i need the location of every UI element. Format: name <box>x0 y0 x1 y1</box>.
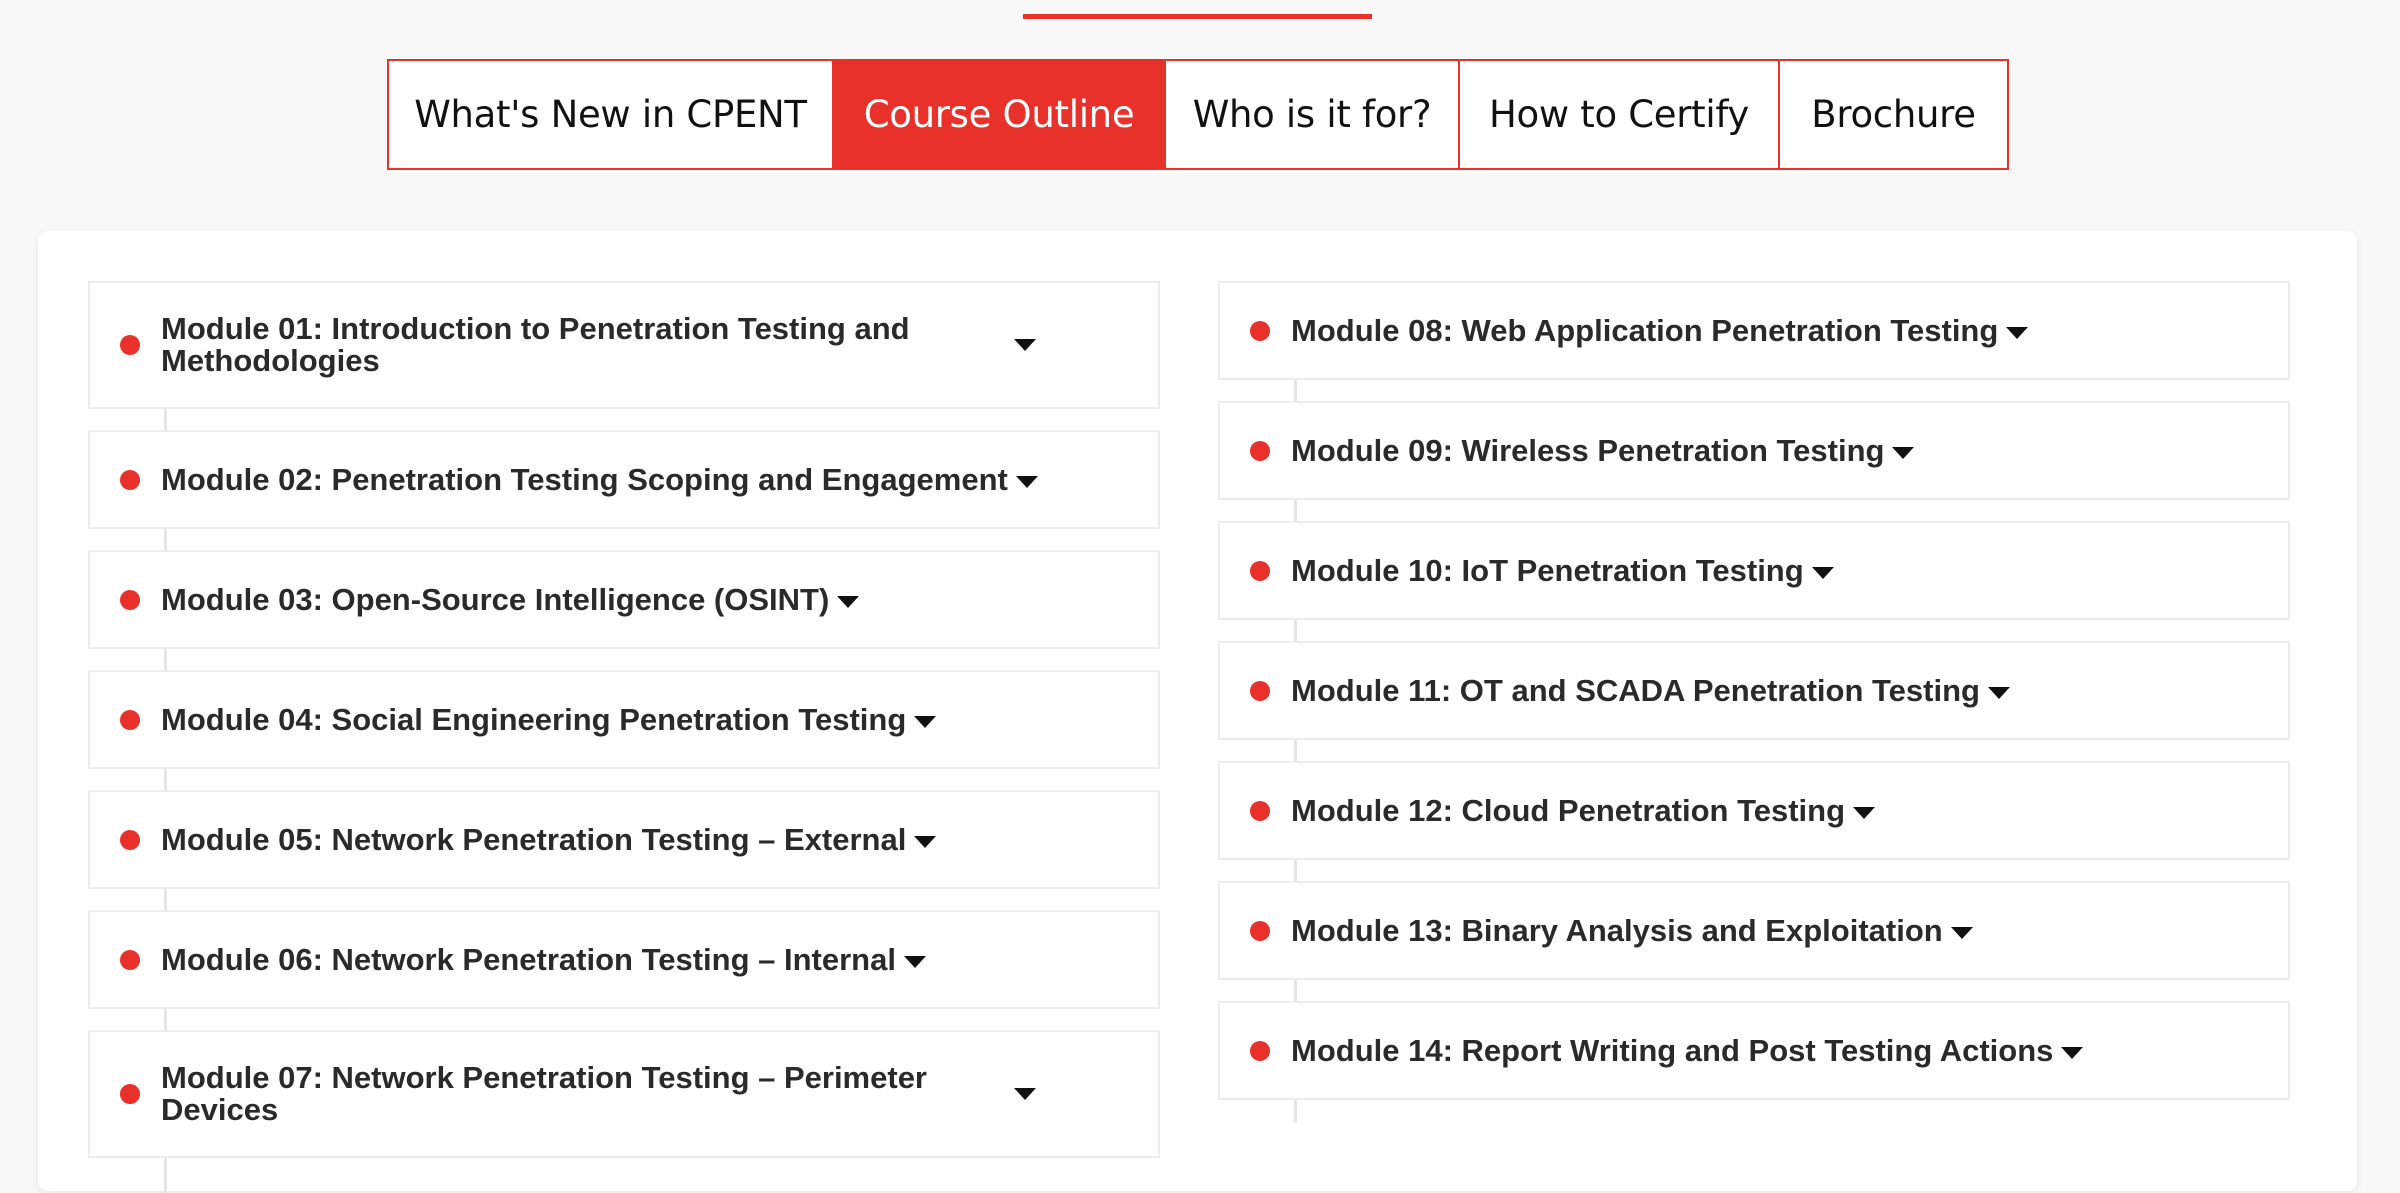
caret-down-icon[interactable] <box>837 595 860 608</box>
red-dot-icon <box>1250 440 1270 461</box>
red-dot-icon <box>120 589 140 610</box>
red-dot-icon <box>1250 320 1270 341</box>
caret-down-icon[interactable] <box>2061 1046 2084 1059</box>
red-dot-icon <box>1250 560 1270 581</box>
module-accordion-14[interactable]: Module 14: Report Writing and Post Testi… <box>1218 1001 2290 1100</box>
red-dot-icon <box>120 469 140 490</box>
module-accordion-09[interactable]: Module 09: Wireless Penetration Testing <box>1218 401 2290 500</box>
red-dot-icon <box>1250 1040 1270 1061</box>
module-title: Module 09: Wireless Penetration Testing <box>1291 432 1885 468</box>
caret-down-icon[interactable] <box>2006 326 2029 339</box>
caret-down-icon[interactable] <box>1014 339 1036 351</box>
red-dot-icon <box>1250 680 1270 701</box>
module-accordion-13[interactable]: Module 13: Binary Analysis and Exploitat… <box>1218 881 2290 980</box>
red-dot-icon <box>120 335 140 355</box>
tab-who-is-it-for[interactable]: Who is it for? <box>1164 59 1460 170</box>
caret-down-icon[interactable] <box>1811 566 1834 579</box>
module-title: Module 10: IoT Penetration Testing <box>1291 552 1804 588</box>
red-dot-icon <box>120 829 140 850</box>
module-title: Module 03: Open-Source Intelligence (OSI… <box>161 581 830 617</box>
caret-down-icon[interactable] <box>1950 926 1973 939</box>
tab-whats-new[interactable]: What's New in CPENT <box>387 59 834 170</box>
course-tabs: What's New in CPENT Course Outline Who i… <box>387 59 2009 172</box>
module-title: Module 01: Introduction to Penetration T… <box>161 311 910 378</box>
caret-down-icon[interactable] <box>914 835 937 848</box>
tab-course-outline[interactable]: Course Outline <box>832 59 1166 170</box>
module-accordion-03[interactable]: Module 03: Open-Source Intelligence (OSI… <box>88 550 1160 649</box>
active-section-underline <box>1023 14 1372 19</box>
red-dot-icon <box>1250 800 1270 821</box>
caret-down-icon[interactable] <box>903 955 926 968</box>
caret-down-icon[interactable] <box>1892 446 1915 459</box>
module-accordion-02[interactable]: Module 02: Penetration Testing Scoping a… <box>88 430 1160 529</box>
tab-how-to-certify[interactable]: How to Certify <box>1458 59 1780 170</box>
red-dot-icon <box>120 1084 140 1104</box>
red-dot-icon <box>120 709 140 730</box>
module-accordion-10[interactable]: Module 10: IoT Penetration Testing <box>1218 521 2290 620</box>
caret-down-icon[interactable] <box>1853 806 1876 819</box>
module-accordion-07[interactable]: Module 07: Network Penetration Testing –… <box>88 1030 1160 1158</box>
module-title: Module 05: Network Penetration Testing –… <box>161 821 907 857</box>
module-title: Module 13: Binary Analysis and Exploitat… <box>1291 912 1943 948</box>
module-title: Module 07: Network Penetration Testing –… <box>161 1060 927 1127</box>
module-title: Module 11: OT and SCADA Penetration Test… <box>1291 672 1980 708</box>
module-accordion-12[interactable]: Module 12: Cloud Penetration Testing <box>1218 761 2290 860</box>
module-title: Module 14: Report Writing and Post Testi… <box>1291 1032 2054 1068</box>
module-accordion-11[interactable]: Module 11: OT and SCADA Penetration Test… <box>1218 641 2290 740</box>
module-accordion-05[interactable]: Module 05: Network Penetration Testing –… <box>88 790 1160 889</box>
red-dot-icon <box>120 949 140 970</box>
red-dot-icon <box>1250 920 1270 941</box>
module-title: Module 12: Cloud Penetration Testing <box>1291 792 1846 828</box>
module-title: Module 04: Social Engineering Penetratio… <box>161 701 907 737</box>
module-accordion-08[interactable]: Module 08: Web Application Penetration T… <box>1218 281 2290 380</box>
caret-down-icon[interactable] <box>1014 1088 1036 1100</box>
tab-brochure[interactable]: Brochure <box>1778 59 2009 170</box>
module-title: Module 06: Network Penetration Testing –… <box>161 941 896 977</box>
caret-down-icon[interactable] <box>1015 475 1038 488</box>
course-outline-panel: Module 01: Introduction to Penetration T… <box>38 231 2357 1193</box>
caret-down-icon[interactable] <box>914 715 937 728</box>
module-title: Module 08: Web Application Penetration T… <box>1291 312 1999 348</box>
caret-down-icon[interactable] <box>1987 686 2010 699</box>
module-accordion-01[interactable]: Module 01: Introduction to Penetration T… <box>88 281 1160 409</box>
module-accordion-06[interactable]: Module 06: Network Penetration Testing –… <box>88 910 1160 1009</box>
module-title: Module 02: Penetration Testing Scoping a… <box>161 461 1008 497</box>
module-accordion-04[interactable]: Module 04: Social Engineering Penetratio… <box>88 670 1160 769</box>
